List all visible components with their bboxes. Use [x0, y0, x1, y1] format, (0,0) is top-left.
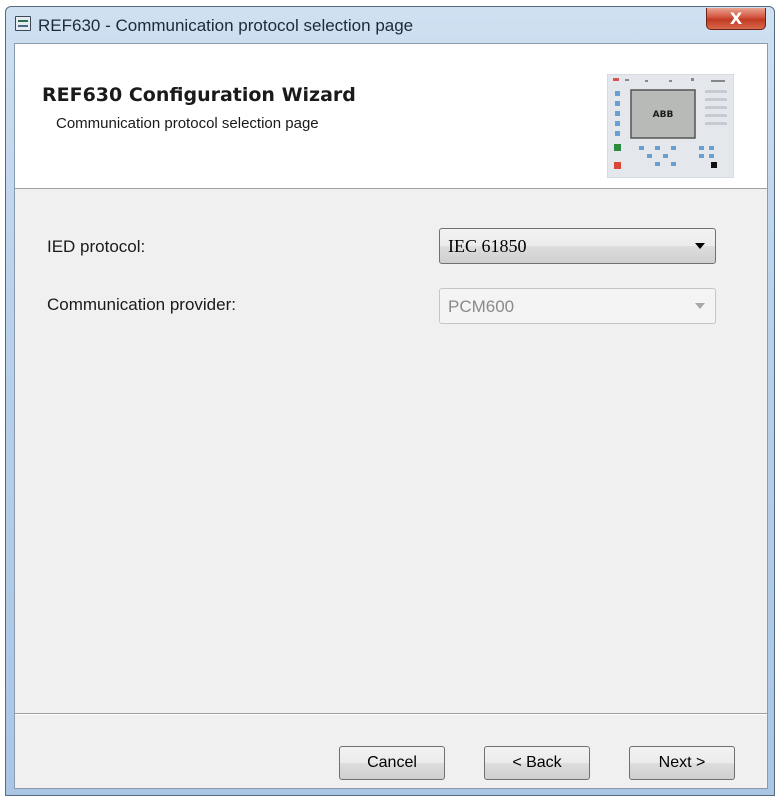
back-button[interactable]: < Back — [484, 746, 590, 780]
communication-provider-value: PCM600 — [448, 297, 515, 316]
abb-logo: ABB — [653, 110, 674, 120]
next-button[interactable]: Next > — [629, 746, 735, 780]
communication-provider-label: Communication provider: — [47, 295, 236, 314]
ied-protocol-label: IED protocol: — [47, 237, 146, 256]
wizard-title: REF630 Configuration Wizard — [42, 84, 356, 106]
wizard-subtitle: Communication protocol selection page — [56, 115, 319, 132]
app-icon — [15, 16, 31, 31]
ied-protocol-value: IEC 61850 — [448, 236, 527, 256]
title-bar[interactable]: REF630 - Communication protocol selectio… — [6, 7, 774, 43]
close-icon: X — [729, 9, 743, 28]
communication-provider-dropdown: PCM600 — [439, 288, 716, 324]
chevron-down-icon — [695, 243, 705, 249]
wizard-window: REF630 - Communication protocol selectio… — [5, 6, 775, 796]
close-button[interactable]: X — [706, 8, 766, 30]
cancel-button[interactable]: Cancel — [339, 746, 445, 780]
window-title: REF630 - Communication protocol selectio… — [38, 16, 414, 35]
wizard-header: REF630 Configuration Wizard Communicatio… — [15, 44, 767, 189]
device-image: ABB — [607, 74, 734, 178]
wizard-body: REF630 Configuration Wizard Communicatio… — [14, 43, 768, 789]
ied-protocol-dropdown[interactable]: IEC 61850 — [439, 228, 716, 264]
footer-divider — [15, 713, 767, 715]
chevron-down-icon — [695, 303, 705, 309]
